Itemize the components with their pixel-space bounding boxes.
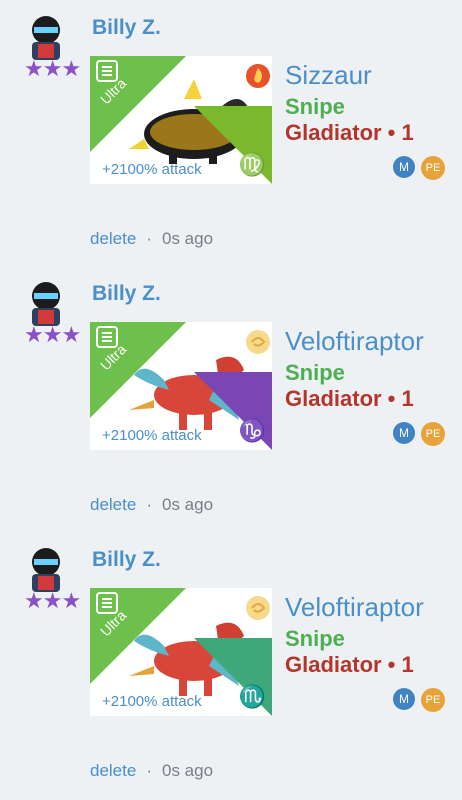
post-2: Billy Z. ★★★ Ultra ♑ +2100% attack Velof…: [0, 266, 462, 532]
dragon-name[interactable]: Sizzaur: [285, 60, 372, 91]
post-actions: delete · 0s ago: [90, 761, 213, 781]
rank-label: Gladiator • 1: [285, 386, 414, 411]
badge-m: M: [393, 156, 415, 178]
attack-bonus: +2100% attack: [102, 693, 202, 710]
attack-bonus: +2100% attack: [102, 161, 202, 178]
username[interactable]: Billy Z.: [92, 282, 161, 306]
separator-dot: ·: [146, 495, 152, 514]
dragon-name[interactable]: Veloftiraptor: [285, 326, 424, 357]
delete-link[interactable]: delete: [90, 229, 136, 248]
badge-pe: PE: [421, 156, 445, 180]
timestamp: 0s ago: [162, 761, 214, 780]
tag-label: Snipe: [285, 626, 345, 651]
badge-pe: PE: [421, 422, 445, 446]
rank-label: Gladiator • 1: [285, 120, 414, 145]
separator-dot: ·: [146, 761, 152, 780]
star-rating: ★★★: [24, 588, 81, 613]
delete-link[interactable]: delete: [90, 761, 136, 780]
zodiac-virgo-icon: ♍: [238, 152, 266, 177]
post-actions: delete · 0s ago: [90, 495, 213, 515]
post-1: Billy Z. ★★★ Ultra ♍ +2100% attack Sizza…: [0, 0, 462, 266]
post-actions: delete · 0s ago: [90, 229, 213, 249]
tag-label: Snipe: [285, 360, 345, 385]
star-rating: ★★★: [24, 56, 81, 81]
fire-icon: [246, 64, 270, 88]
rank-label: Gladiator • 1: [285, 652, 414, 677]
badge-m: M: [393, 688, 415, 710]
dragon-name[interactable]: Veloftiraptor: [285, 592, 424, 623]
tag-label: Snipe: [285, 94, 345, 119]
delete-link[interactable]: delete: [90, 495, 136, 514]
zodiac-capricorn-icon: ♑: [238, 418, 266, 443]
separator-dot: ·: [146, 229, 152, 248]
username[interactable]: Billy Z.: [92, 16, 161, 40]
timestamp: 0s ago: [162, 229, 214, 248]
post-3: Billy Z. ★★★ Ultra ♏ +2100% attack Velof…: [0, 532, 462, 798]
attack-bonus: +2100% attack: [102, 427, 202, 444]
badge-pe: PE: [421, 688, 445, 712]
username[interactable]: Billy Z.: [92, 548, 161, 572]
wind-icon: [246, 596, 270, 620]
zodiac-scorpio-icon: ♏: [238, 684, 266, 709]
timestamp: 0s ago: [162, 495, 214, 514]
badge-m: M: [393, 422, 415, 444]
star-rating: ★★★: [24, 322, 81, 347]
wind-icon: [246, 330, 270, 354]
